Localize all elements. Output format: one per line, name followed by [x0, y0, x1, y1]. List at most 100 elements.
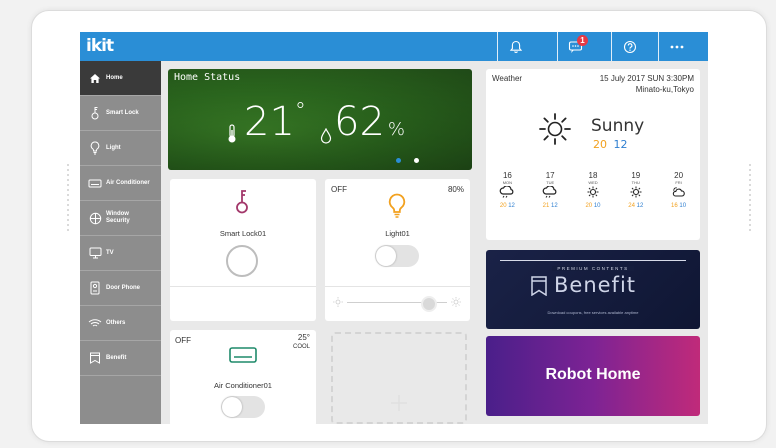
carousel-dot-2[interactable] — [414, 158, 419, 163]
sidebar-item-label: Door Phone — [106, 284, 140, 291]
plus-icon — [391, 395, 407, 411]
sidebar-item-label: Home — [106, 74, 123, 81]
robot-home-card[interactable]: Robot Home — [486, 336, 700, 416]
weather-datetime: 15 July 2017 SUN 3:30PM — [599, 74, 694, 83]
messages-button[interactable]: 1 — [557, 32, 594, 61]
forecast-day: 16 MON 20 12 — [499, 171, 515, 209]
aircon-icon — [229, 347, 257, 363]
thermometer-icon — [228, 124, 236, 143]
divider — [325, 286, 470, 287]
aircon-mode: COOL — [292, 344, 310, 350]
benefit-subtitle: Download coupons, free services availabl… — [547, 310, 639, 315]
sidebar-item-label: Light — [106, 144, 121, 151]
aircon-state: OFF — [175, 336, 191, 345]
bright-sun-icon — [451, 297, 461, 307]
carousel-dot-1[interactable] — [396, 158, 401, 163]
smart-lock-card: Smart Lock01 — [170, 179, 316, 321]
aircon-temperature: 25° — [297, 333, 310, 342]
weather-card[interactable]: Weather 15 July 2017 SUN 3:30PM Minato-k… — [486, 69, 700, 240]
sidebar-item-window-security[interactable]: Window Security — [80, 201, 161, 236]
robot-home-title: Robot Home — [545, 366, 641, 383]
sidebar-item-others[interactable]: Others — [80, 306, 161, 341]
benefit-tag: PREMIUM CONTENTS — [552, 266, 634, 271]
sidebar-item-home[interactable]: Home — [80, 61, 161, 96]
add-device-button[interactable] — [331, 332, 467, 424]
aircon-card: OFF 25° COOL Air Conditioner01 — [170, 330, 316, 424]
key-icon — [84, 106, 106, 120]
bulb-icon — [388, 193, 406, 218]
aircon-name: Air Conditioner01 — [214, 381, 272, 390]
sidebar-item-label: TV — [106, 249, 114, 256]
benefit-card[interactable]: PREMIUM CONTENTS Benefit Download coupon… — [486, 250, 700, 329]
aircon-icon — [84, 179, 106, 188]
more-button[interactable] — [658, 32, 695, 61]
messages-badge: 1 — [577, 35, 588, 46]
home-status-title: Home Status — [174, 72, 241, 83]
temperature-value: 21° — [244, 99, 306, 145]
sidebar-item-door-phone[interactable]: Door Phone — [80, 271, 161, 306]
app-screen: ikit 1 Home Smart Lock Light Air Conditi… — [80, 32, 708, 424]
light-brightness: 80% — [447, 185, 464, 194]
speaker-grille-right — [748, 161, 752, 281]
light-toggle[interactable] — [375, 245, 419, 267]
light-card: OFF 80% Light01 — [325, 179, 470, 321]
weather-location: Minato-ku,Tokyo — [635, 85, 694, 94]
help-icon — [623, 40, 637, 53]
sidebar-item-tv[interactable]: TV — [80, 236, 161, 271]
sidebar-item-label: Benefit — [106, 354, 127, 361]
sun-icon — [630, 186, 642, 198]
sun-icon — [587, 186, 599, 198]
brightness-slider-thumb[interactable] — [421, 296, 437, 312]
help-button[interactable] — [611, 32, 648, 61]
divider — [170, 286, 316, 287]
humidity-value: 62% — [334, 99, 406, 145]
wifi-icon — [84, 318, 106, 328]
sidebar-item-label: Air Conditioner — [106, 179, 150, 186]
sun-icon — [539, 113, 571, 145]
top-bar: ikit 1 — [80, 32, 708, 61]
doorphone-icon — [84, 281, 106, 295]
today-low: 12 — [613, 138, 628, 151]
forecast-day: 19 THU 24 12 — [628, 171, 644, 209]
key-icon — [236, 190, 248, 214]
weather-label: Weather — [492, 74, 523, 83]
forecast-row: 16 MON 20 12 17 TUE 21 12 18 WED 20 10 1… — [486, 171, 700, 237]
forecast-day: 18 WED 20 10 — [585, 171, 601, 209]
sidebar-item-benefit[interactable]: Benefit — [80, 341, 161, 376]
sun-cloud-icon — [672, 187, 685, 197]
benefit-title: Benefit — [554, 273, 637, 297]
bookmark-icon — [531, 276, 547, 296]
more-dots-icon — [670, 45, 684, 48]
aircon-toggle[interactable] — [221, 396, 265, 418]
forecast-day: 20 FRI 16 10 — [671, 171, 687, 209]
home-status-card[interactable]: Home Status 21° 62% — [168, 69, 472, 170]
speaker-grille-left — [66, 161, 70, 281]
smart-lock-name: Smart Lock01 — [219, 229, 267, 238]
sidebar-item-smart-lock[interactable]: Smart Lock — [80, 96, 161, 131]
notification-button[interactable] — [497, 32, 534, 61]
humidity-drop-icon — [320, 128, 332, 144]
weather-today-temps: 20 12 — [593, 138, 628, 151]
light-state: OFF — [331, 185, 347, 194]
window-icon — [84, 212, 106, 225]
cloud-rain-icon — [542, 185, 557, 198]
bell-icon — [509, 40, 523, 53]
dim-sun-icon — [333, 297, 343, 307]
sidebar-item-label: Others — [106, 319, 126, 326]
sidebar-item-air-conditioner[interactable]: Air Conditioner — [80, 166, 161, 201]
app-logo: ikit — [86, 36, 114, 56]
weather-condition: Sunny — [591, 116, 645, 136]
bookmark-icon — [84, 352, 106, 364]
home-icon — [84, 73, 106, 84]
sidebar-item-label: Window Security — [106, 211, 130, 224]
sidebar: Home Smart Lock Light Air Conditioner Wi… — [80, 61, 161, 424]
lock-toggle-button[interactable] — [226, 245, 258, 277]
light-name: Light01 — [385, 229, 410, 238]
tv-icon — [84, 247, 106, 259]
sidebar-item-light[interactable]: Light — [80, 131, 161, 166]
cloud-rain-icon — [500, 185, 514, 198]
today-high: 20 — [593, 138, 607, 151]
sidebar-item-label: Smart Lock — [106, 109, 139, 116]
bulb-icon — [84, 141, 106, 155]
forecast-day: 17 TUE 21 12 — [542, 171, 558, 209]
